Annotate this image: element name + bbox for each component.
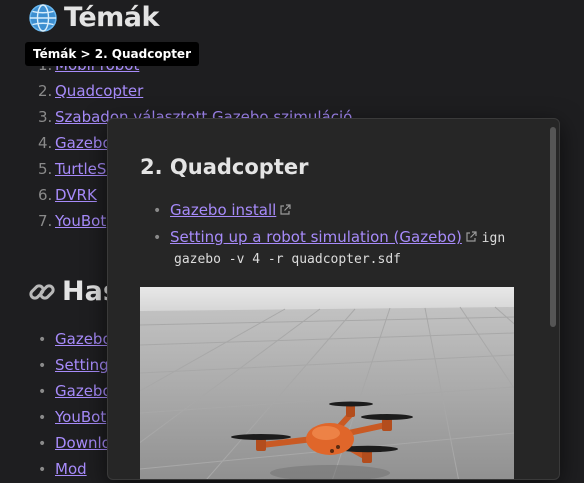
links-heading-row: Has bbox=[28, 276, 119, 307]
topic-link[interactable]: Gazebo bbox=[55, 134, 112, 152]
topic-link[interactable]: DVRK bbox=[55, 186, 97, 204]
list-item: • Mod bbox=[38, 460, 87, 478]
gazebo-drone-image bbox=[140, 287, 514, 479]
external-link-icon bbox=[466, 231, 477, 242]
list-item: • Downlo bbox=[38, 434, 111, 452]
resource-link[interactable]: Gazebo bbox=[55, 330, 112, 348]
preview-popup[interactable]: 2. Quadcopter • Gazebo install • Setting u… bbox=[107, 118, 560, 480]
robot-simulation-link[interactable]: Setting up a robot simulation (Gazebo) bbox=[170, 228, 462, 246]
popup-list: • Gazebo install • Setting up a robot simu… bbox=[153, 197, 533, 252]
resource-link[interactable]: YouBot bbox=[55, 408, 106, 426]
page-title-row: Témák bbox=[28, 2, 159, 33]
list-item: • Gazebo bbox=[38, 382, 112, 400]
breadcrumb-tooltip: Témák > 2. Quadcopter bbox=[25, 42, 199, 66]
resource-link[interactable]: Setting bbox=[55, 356, 109, 374]
popup-scrollbar[interactable] bbox=[550, 127, 556, 327]
list-item: • Gazebo bbox=[38, 330, 112, 348]
list-item: • Setting up a robot simulation (Gazebo) … bbox=[153, 228, 506, 246]
resource-link[interactable]: Gazebo bbox=[55, 382, 112, 400]
command-code: ign bbox=[481, 231, 506, 246]
list-item: • Setting bbox=[38, 356, 109, 374]
topic-link[interactable]: Quadcopter bbox=[55, 82, 143, 100]
page-title: Témák bbox=[64, 2, 159, 33]
list-item: • YouBot bbox=[38, 408, 107, 426]
topic-link[interactable]: TurtleSi bbox=[55, 160, 111, 178]
command-code-continued: gazebo -v 4 -r quadcopter.sdf bbox=[174, 252, 401, 267]
list-item: • Gazebo install bbox=[153, 197, 533, 224]
external-link-icon bbox=[280, 204, 291, 215]
link-icon bbox=[29, 283, 55, 300]
popup-title: 2. Quadcopter bbox=[140, 155, 309, 179]
resource-link[interactable]: Downlo bbox=[55, 434, 111, 452]
links-list: • Gazebo • Setting • Gazebo • YouBot • Downlo… bbox=[38, 326, 112, 482]
list-item: 2. Quadcopter bbox=[38, 82, 144, 100]
topic-link[interactable]: YouBot bbox=[55, 212, 106, 230]
globe-icon bbox=[29, 3, 57, 32]
gazebo-install-link[interactable]: Gazebo install bbox=[170, 201, 276, 219]
resource-link[interactable]: Mod bbox=[55, 460, 87, 478]
